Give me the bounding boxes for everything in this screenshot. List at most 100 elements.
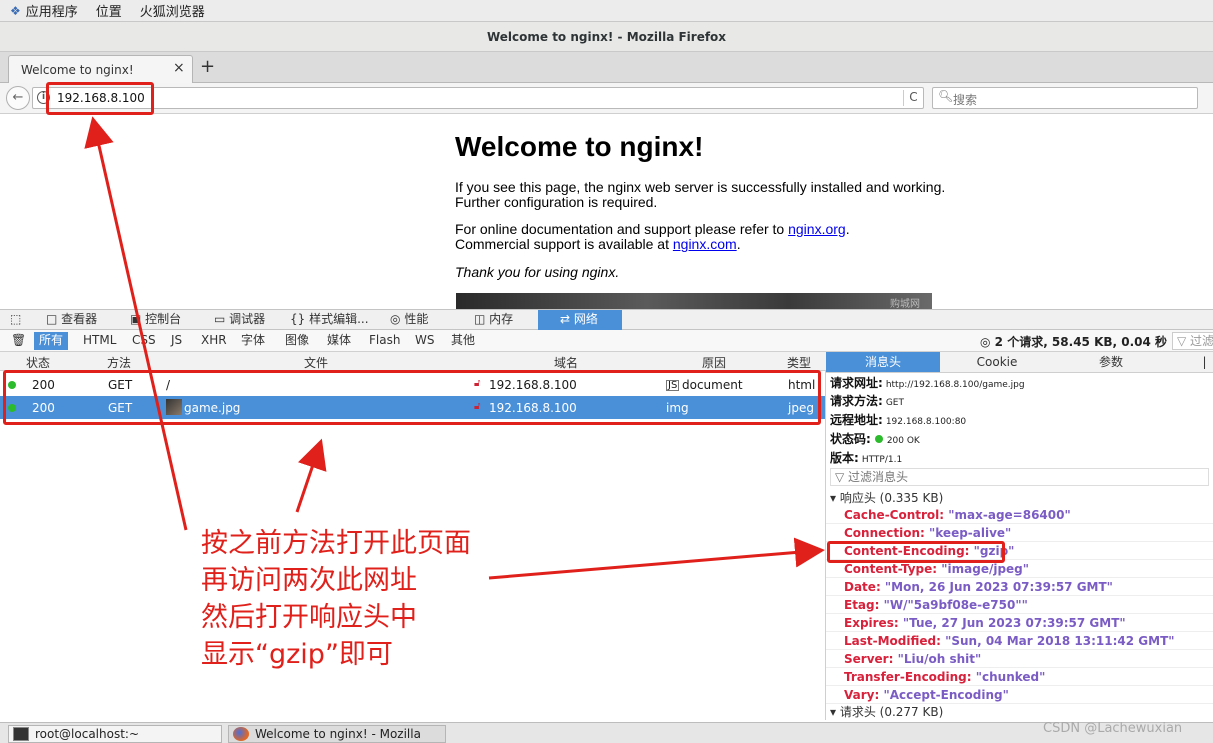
header-value: "chunked" [975, 670, 1046, 684]
applications-menu[interactable]: ❖ 应用程序 [10, 1, 78, 21]
header-value: "keep-alive" [929, 526, 1012, 540]
header-key: Transfer-Encoding [844, 670, 967, 684]
header-value: "W/"5a9bf08e-e750"" [883, 598, 1028, 612]
style-editor-icon: {} [290, 312, 306, 326]
console-icon: ▣ [130, 312, 142, 326]
csdn-watermark: CSDN @Lachewuxian [1043, 721, 1183, 736]
tab-debugger-label: 调试器 [229, 312, 266, 326]
back-button[interactable]: ← [6, 86, 30, 110]
tab-more[interactable]: | [1196, 352, 1213, 372]
network-filter-row: 🗑 所有 HTML CSS JS XHR 字体 图像 媒体 Flash WS 其… [0, 330, 1213, 352]
annotation-line-2: 再访问两次此网址 [201, 565, 417, 596]
tab-network[interactable]: ⇄ 网络 [538, 310, 622, 330]
taskbar: root@localhost:~ Welcome to nginx! - Moz… [0, 722, 1213, 743]
docs-line-1: For online documentation and support ple… [455, 222, 850, 237]
filter-xhr[interactable]: XHR [196, 332, 232, 350]
annotation-box-requests [3, 370, 821, 425]
col-type[interactable]: 类型 [787, 354, 811, 371]
tab-performance[interactable]: ◎ 性能 [384, 310, 460, 330]
annotation-box-gzip [827, 541, 1005, 563]
url-bar[interactable]: i 192.168.8.100 C [32, 87, 924, 109]
tab-style-editor[interactable]: {} 样式编辑... [284, 310, 380, 330]
places-menu[interactable]: 位置 [96, 1, 122, 20]
tab-memory[interactable]: ◫ 内存 [468, 310, 536, 330]
filter-images[interactable]: 图像 [280, 332, 314, 350]
response-headers-toggle[interactable]: ▾ 响应头 (0.335 KB) [830, 489, 943, 506]
header-key: Date [844, 580, 876, 594]
inspector-icon: □ [46, 312, 58, 326]
tab-params[interactable]: 参数 [1054, 352, 1168, 372]
header-value: "Tue, 27 Jun 2023 07:39:57 GMT" [902, 616, 1126, 630]
col-file[interactable]: 文件 [304, 354, 328, 371]
docs-period: . [845, 221, 850, 237]
filter-flash[interactable]: Flash [364, 332, 405, 350]
version-label: 版本: [830, 451, 859, 465]
filter-fonts[interactable]: 字体 [236, 332, 270, 350]
filter-html[interactable]: HTML [78, 332, 121, 350]
nginx-com-link[interactable]: nginx.com [673, 236, 737, 252]
tab-title: Welcome to nginx! [21, 63, 134, 77]
docs-line-2: Commercial support is available at nginx… [455, 237, 850, 252]
header-key: Server [844, 652, 889, 666]
summary-icon: ◎ [980, 335, 991, 349]
applications-label: 应用程序 [25, 5, 78, 20]
remote-address-label: 远程地址: [830, 413, 883, 427]
header-row: Date: "Mon, 26 Jun 2023 07:39:57 GMT" [826, 579, 1213, 596]
col-domain[interactable]: 域名 [554, 354, 578, 371]
filter-other[interactable]: 其他 [446, 332, 480, 350]
col-method[interactable]: 方法 [107, 354, 131, 371]
close-tab-icon[interactable]: × [173, 60, 185, 76]
header-key: Vary [844, 688, 875, 702]
filter-media[interactable]: 媒体 [322, 332, 356, 350]
docs-paragraph: For online documentation and support ple… [455, 222, 850, 252]
request-url-label: 请求网址: [830, 376, 883, 390]
filter-js[interactable]: JS [166, 332, 187, 350]
pick-element-icon[interactable]: ⬚ [4, 310, 34, 330]
filter-all[interactable]: 所有 [34, 332, 69, 350]
annotation-line-4: 显示“gzip”即可 [201, 639, 393, 670]
col-cause[interactable]: 原因 [702, 354, 726, 371]
header-row-text: Cache-Control: "max-age=86400" [844, 508, 1071, 522]
tab-strip: Welcome to nginx! × + [0, 52, 1213, 84]
tab-network-label: 网络 [573, 312, 598, 326]
taskbar-terminal[interactable]: root@localhost:~ [8, 725, 222, 743]
tab-debugger[interactable]: ▭ 调试器 [208, 310, 284, 330]
tab-console-label: 控制台 [145, 312, 182, 326]
commercial-period: . [736, 236, 741, 252]
apps-icon: ❖ [10, 3, 21, 18]
network-icon: ⇄ [560, 312, 571, 326]
tab-style-editor-label: 样式编辑... [309, 312, 369, 326]
header-value: "Liu/oh shit" [897, 652, 982, 666]
request-summary: ◎ 2 个请求, 58.45 KB, 0.04 秒 [980, 333, 1167, 350]
header-row-text: Transfer-Encoding: "chunked" [844, 670, 1046, 684]
filter-css[interactable]: CSS [127, 332, 161, 350]
header-row: Expires: "Tue, 27 Jun 2023 07:39:57 GMT" [826, 615, 1213, 632]
search-input[interactable]: 🔍︎ 搜索 [932, 87, 1198, 109]
header-value: "image/jpeg" [941, 562, 1030, 576]
tab-console[interactable]: ▣ 控制台 [124, 310, 204, 330]
filter-ws[interactable]: WS [410, 332, 439, 350]
header-value: "Mon, 26 Jun 2023 07:39:57 GMT" [884, 580, 1113, 594]
header-row: Transfer-Encoding: "chunked" [826, 669, 1213, 686]
header-key: Last-Modified [844, 634, 937, 648]
taskbar-firefox[interactable]: Welcome to nginx! - Mozilla Firefox [228, 725, 446, 743]
tab-cookies[interactable]: Cookie [940, 352, 1054, 372]
nginx-org-link[interactable]: nginx.org [788, 221, 846, 237]
request-url-value[interactable]: http://192.168.8.100/game.jpg [886, 380, 1025, 390]
header-key: Content-Type [844, 562, 933, 576]
request-headers-toggle[interactable]: ▾ 请求头 (0.277 KB) [830, 703, 943, 720]
filter-urls-input[interactable]: ▽ 过滤 [1172, 332, 1213, 350]
reload-icon[interactable]: C [903, 90, 923, 106]
firefox-menu[interactable]: 火狐浏览器 [140, 1, 205, 20]
filter-headers-input[interactable]: ▽ 过滤消息头 [830, 468, 1209, 486]
clear-trash-icon[interactable]: 🗑 [6, 332, 31, 350]
col-status[interactable]: 状态 [26, 354, 50, 371]
header-key: Cache-Control [844, 508, 940, 522]
tab-headers[interactable]: 消息头 [826, 352, 940, 372]
tab-inspector[interactable]: □ 查看器 [40, 310, 120, 330]
browser-tab[interactable]: Welcome to nginx! × [8, 55, 193, 84]
new-tab-icon[interactable]: + [200, 56, 215, 77]
annotation-line-3: 然后打开响应头中 [201, 602, 417, 633]
annotation-text: 按之前方法打开此页面 再访问两次此网址 然后打开响应头中 显示“gzip”即可 [201, 525, 471, 673]
header-row-text: Etag: "W/"5a9bf08e-e750"" [844, 598, 1028, 612]
